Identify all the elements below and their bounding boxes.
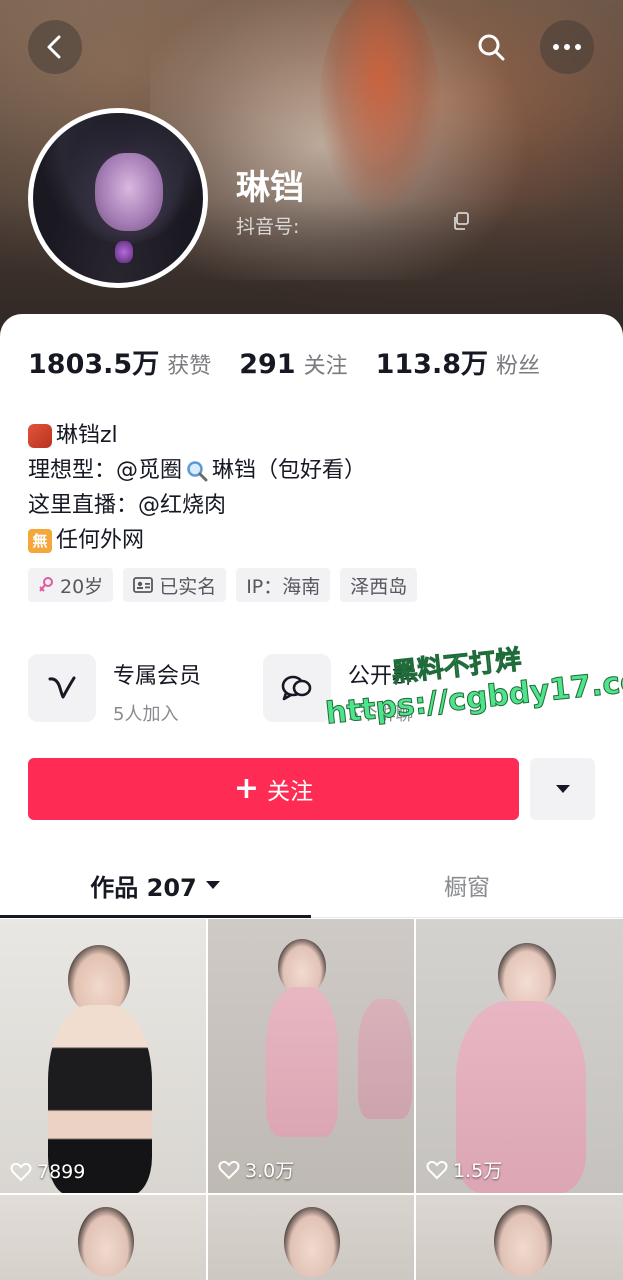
id-card-icon bbox=[133, 577, 154, 593]
heart-icon bbox=[218, 1160, 240, 1179]
more-button[interactable] bbox=[540, 20, 594, 74]
profile-tags: 20岁 已实名 IP：海南 泽西岛 bbox=[28, 568, 418, 602]
membership-title: 专属会员 bbox=[113, 664, 202, 689]
video-likes: 1.5万 bbox=[426, 1156, 502, 1183]
membership-v-icon bbox=[48, 676, 76, 699]
tab-works[interactable]: 作品 207 bbox=[0, 852, 311, 918]
search-button[interactable] bbox=[464, 20, 518, 74]
location-tag: 泽西岛 bbox=[340, 568, 418, 602]
heart-icon bbox=[426, 1160, 448, 1179]
stats-row: 1803.5万 获赞 291 关注 113.8万 粉丝 bbox=[28, 342, 568, 381]
membership-entry[interactable]: 专属会员 5人加入 bbox=[28, 654, 201, 726]
search-icon bbox=[478, 34, 505, 61]
video-thumbnail[interactable]: 1.5万 bbox=[416, 919, 623, 1193]
ip-tag: IP：海南 bbox=[236, 568, 331, 602]
female-icon bbox=[39, 577, 53, 592]
membership-sub: 5人加入 bbox=[113, 704, 179, 725]
heart-icon bbox=[10, 1162, 32, 1182]
follow-dropdown-button[interactable] bbox=[530, 758, 595, 820]
video-likes: 7899 bbox=[10, 1161, 85, 1183]
followers-label[interactable]: 粉丝 bbox=[496, 348, 540, 380]
video-thumbnail[interactable]: 7899 bbox=[0, 919, 206, 1193]
following-count[interactable]: 291 bbox=[239, 349, 295, 380]
plus-icon: + bbox=[233, 771, 260, 806]
bio-line: 琳铛zl bbox=[28, 418, 588, 453]
active-tab-indicator bbox=[0, 915, 311, 918]
caret-down-icon bbox=[205, 881, 220, 889]
follow-button[interactable]: + 关注 bbox=[28, 758, 519, 820]
content-tabs: 作品 207 橱窗 bbox=[0, 852, 623, 918]
more-dots-icon bbox=[553, 44, 581, 50]
verified-tag: 已实名 bbox=[123, 568, 227, 602]
banner-illustration-hair bbox=[320, 0, 440, 210]
video-thumbnail[interactable]: 3.0万 bbox=[208, 919, 414, 1193]
video-thumbnail[interactable] bbox=[416, 1195, 623, 1280]
magnifier-icon bbox=[187, 460, 208, 481]
bio-line: 这里直播：@红烧肉 bbox=[28, 493, 227, 518]
douyin-id-label: 抖音号: bbox=[236, 216, 300, 238]
scarf-icon bbox=[28, 423, 52, 448]
likes-count: 1803.5万 bbox=[28, 349, 160, 380]
back-button[interactable] bbox=[28, 20, 82, 74]
back-arrow-icon bbox=[47, 35, 61, 59]
bio-line: 理想型：@觅圈 琳铛（包好看） bbox=[28, 458, 367, 483]
follow-label: 关注 bbox=[267, 779, 314, 805]
bio-line: 無 任何外网 bbox=[28, 523, 588, 558]
group-chat-icon bbox=[281, 675, 312, 701]
caret-down-icon bbox=[555, 785, 570, 793]
profile-name: 琳铛 bbox=[236, 168, 304, 208]
tab-shop[interactable]: 橱窗 bbox=[311, 852, 623, 918]
video-likes: 3.0万 bbox=[218, 1156, 294, 1183]
age-tag: 20岁 bbox=[28, 568, 114, 602]
following-label[interactable]: 关注 bbox=[304, 348, 348, 380]
wu-badge-icon: 無 bbox=[28, 528, 52, 553]
video-thumbnail[interactable] bbox=[208, 1195, 414, 1280]
video-thumbnail[interactable] bbox=[0, 1195, 206, 1280]
copy-icon[interactable] bbox=[452, 212, 470, 230]
avatar[interactable] bbox=[28, 108, 208, 288]
followers-count[interactable]: 113.8万 bbox=[376, 342, 488, 381]
likes-label: 获赞 bbox=[167, 354, 212, 379]
bio: 琳铛zl 理想型：@觅圈 琳铛（包好看） 这里直播：@红烧肉 無 任何外网 bbox=[28, 418, 588, 558]
